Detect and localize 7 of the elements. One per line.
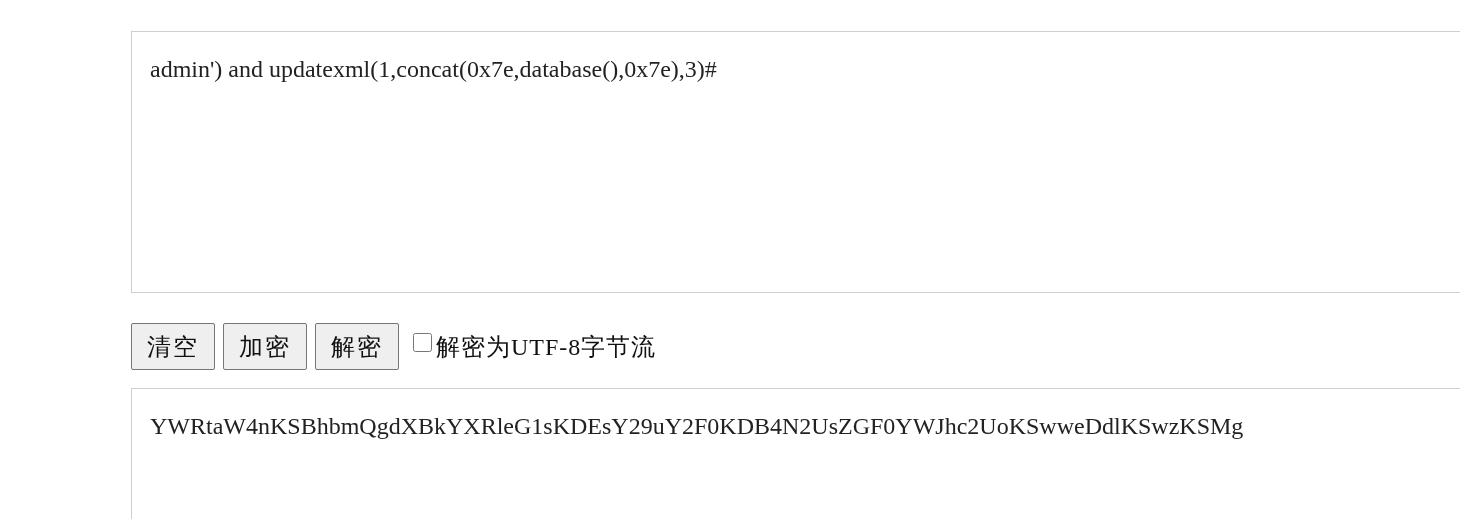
output-field[interactable]: YWRtaW4nKSBhbmQgdXBkYXRleG1sKDEsY29uY2F0KDB4N2UsZGF0YWJhc2UoKSwweDdlKSwzKSMg: [131, 388, 1460, 519]
input-field[interactable]: admin') and updatexml(1,concat(0x7e,database(),0x7e),3)#: [131, 31, 1460, 293]
action-button[interactable]: 加密: [223, 323, 307, 370]
utf8-checkbox[interactable]: [413, 333, 432, 352]
action-button[interactable]: 解密: [315, 323, 399, 370]
action-button[interactable]: 清空: [131, 323, 215, 370]
utf8-option-label: 解密为UTF-8字节流: [436, 332, 657, 362]
